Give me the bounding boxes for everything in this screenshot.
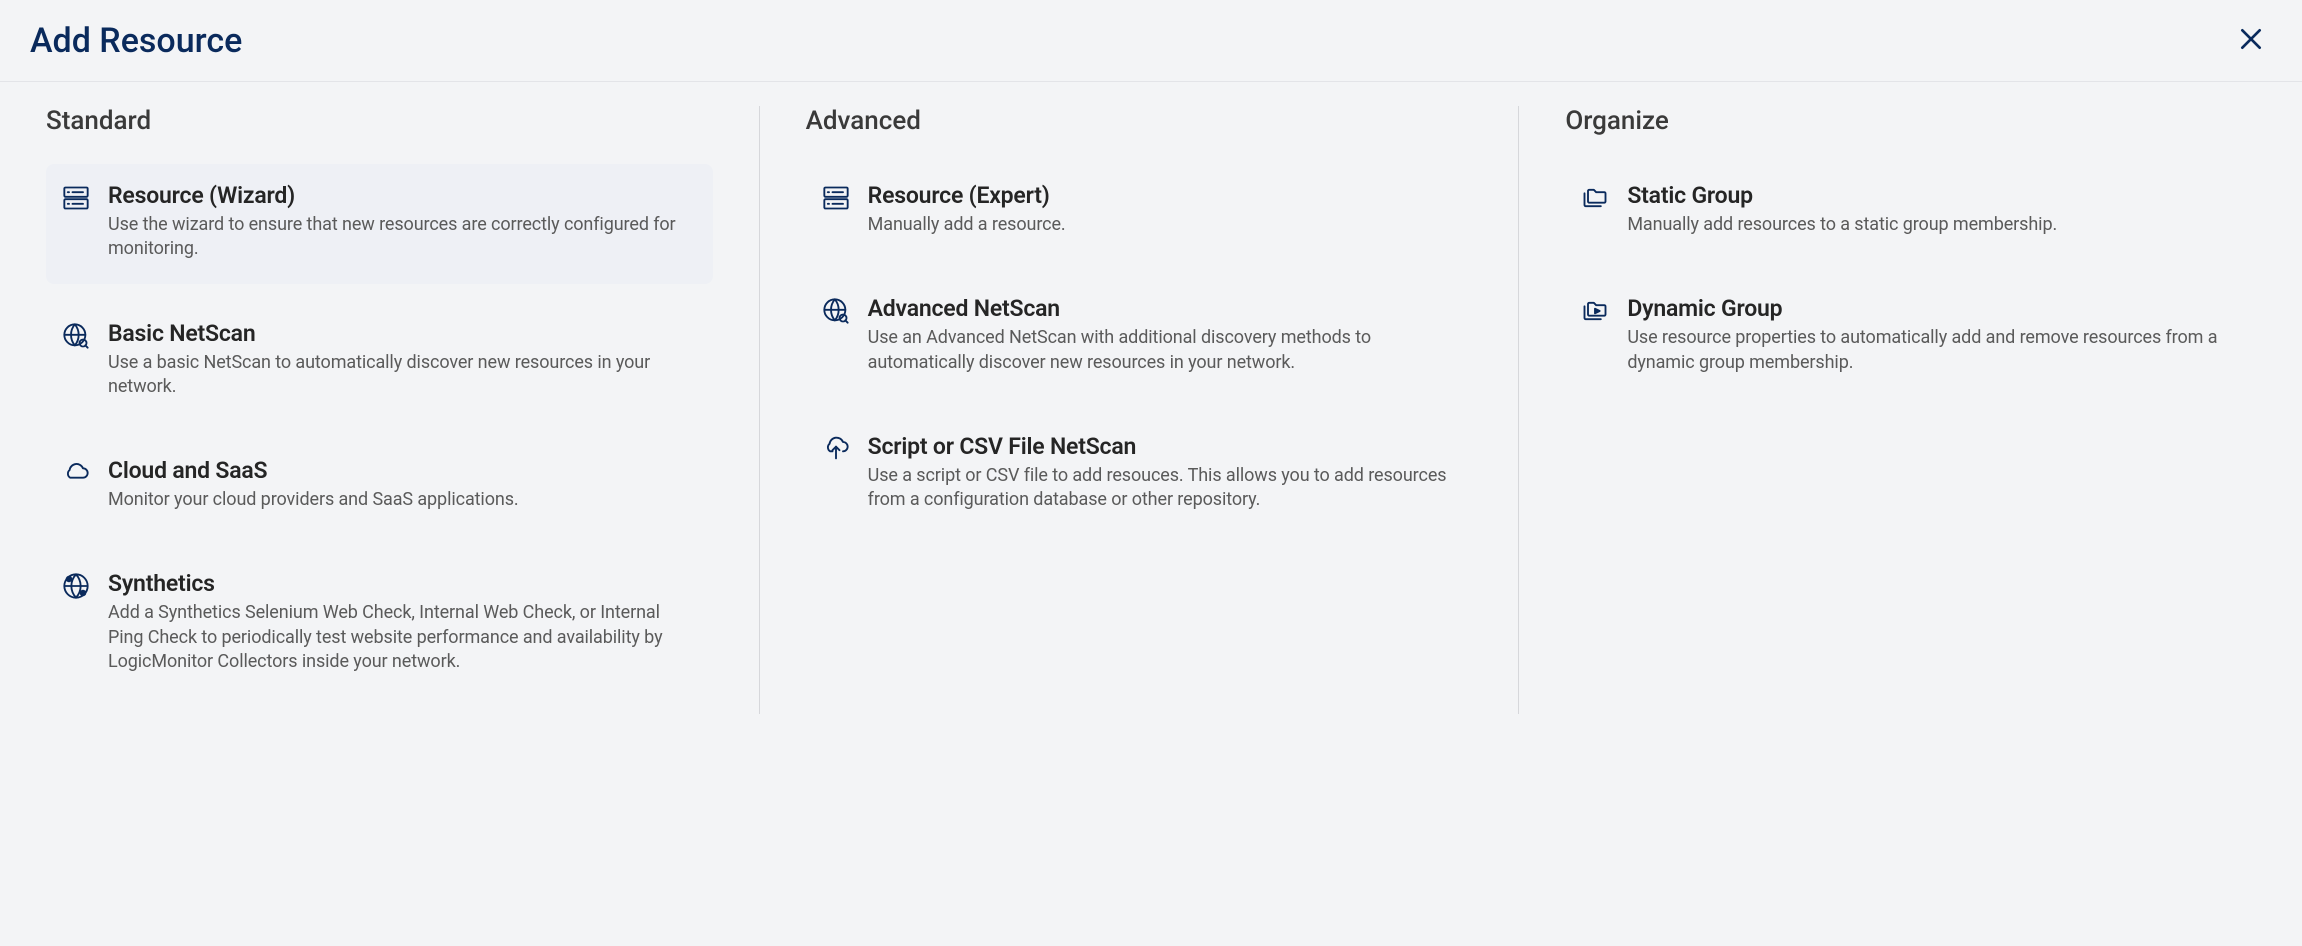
option-title: Cloud and SaaS xyxy=(108,457,697,484)
option-resource-expert[interactable]: Resource (Expert) Manually add a resourc… xyxy=(806,164,1473,259)
server-icon xyxy=(62,182,90,262)
server-icon xyxy=(822,182,850,237)
globe-monitor-icon xyxy=(62,570,90,674)
add-resource-modal: Add Resource Standard xyxy=(0,0,2302,738)
section-advanced: Advanced Resource (Expert) Manually add … xyxy=(760,106,1520,714)
option-body: Static Group Manually add resources to a… xyxy=(1627,182,2240,237)
option-body: Dynamic Group Use resource properties to… xyxy=(1627,295,2240,375)
option-title: Resource (Expert) xyxy=(868,182,1457,209)
option-desc: Manually add a resource. xyxy=(868,213,1457,237)
globe-search-icon xyxy=(62,320,90,400)
option-advanced-netscan[interactable]: Advanced NetScan Use an Advanced NetScan… xyxy=(806,277,1473,397)
option-script-csv-netscan[interactable]: Script or CSV File NetScan Use a script … xyxy=(806,415,1473,535)
option-basic-netscan[interactable]: Basic NetScan Use a basic NetScan to aut… xyxy=(46,302,713,422)
option-desc: Use the wizard to ensure that new resour… xyxy=(108,213,697,262)
option-desc: Use resource properties to automatically… xyxy=(1627,326,2240,375)
option-title: Resource (Wizard) xyxy=(108,182,697,209)
option-body: Script or CSV File NetScan Use a script … xyxy=(868,433,1457,513)
close-button[interactable] xyxy=(2230,18,2272,63)
option-dynamic-group[interactable]: Dynamic Group Use resource properties to… xyxy=(1565,277,2256,397)
option-desc: Use a basic NetScan to automatically dis… xyxy=(108,351,697,400)
globe-search-icon xyxy=(822,295,850,375)
modal-header: Add Resource xyxy=(0,0,2302,82)
section-title-organize: Organize xyxy=(1565,106,2256,136)
option-body: Synthetics Add a Synthetics Selenium Web… xyxy=(108,570,697,674)
option-static-group[interactable]: Static Group Manually add resources to a… xyxy=(1565,164,2256,259)
option-synthetics[interactable]: Synthetics Add a Synthetics Selenium Web… xyxy=(46,552,713,696)
option-title: Advanced NetScan xyxy=(868,295,1457,322)
option-resource-wizard[interactable]: Resource (Wizard) Use the wizard to ensu… xyxy=(46,164,713,284)
option-cloud-saas[interactable]: Cloud and SaaS Monitor your cloud provid… xyxy=(46,439,713,534)
option-body: Resource (Expert) Manually add a resourc… xyxy=(868,182,1457,237)
option-desc: Use an Advanced NetScan with additional … xyxy=(868,326,1457,375)
option-desc: Add a Synthetics Selenium Web Check, Int… xyxy=(108,601,697,674)
close-icon xyxy=(2238,40,2264,55)
option-title: Synthetics xyxy=(108,570,697,597)
modal-title: Add Resource xyxy=(30,21,242,61)
folders-dynamic-icon xyxy=(1581,295,1609,375)
option-desc: Use a script or CSV file to add resouces… xyxy=(868,464,1457,513)
section-organize: Organize Static Group Manually add resou… xyxy=(1519,106,2302,714)
option-body: Cloud and SaaS Monitor your cloud provid… xyxy=(108,457,697,512)
option-desc: Manually add resources to a static group… xyxy=(1627,213,2240,237)
cloud-upload-icon xyxy=(822,433,850,513)
option-title: Static Group xyxy=(1627,182,2240,209)
option-title: Dynamic Group xyxy=(1627,295,2240,322)
option-body: Basic NetScan Use a basic NetScan to aut… xyxy=(108,320,697,400)
modal-body: Standard Resource (Wizard) Use the wizar… xyxy=(0,82,2302,738)
option-title: Script or CSV File NetScan xyxy=(868,433,1457,460)
section-title-standard: Standard xyxy=(46,106,713,136)
section-standard: Standard Resource (Wizard) Use the wizar… xyxy=(0,106,760,714)
section-title-advanced: Advanced xyxy=(806,106,1473,136)
option-title: Basic NetScan xyxy=(108,320,697,347)
option-body: Advanced NetScan Use an Advanced NetScan… xyxy=(868,295,1457,375)
folders-icon xyxy=(1581,182,1609,237)
option-desc: Monitor your cloud providers and SaaS ap… xyxy=(108,488,697,512)
cloud-icon xyxy=(62,457,90,512)
option-body: Resource (Wizard) Use the wizard to ensu… xyxy=(108,182,697,262)
